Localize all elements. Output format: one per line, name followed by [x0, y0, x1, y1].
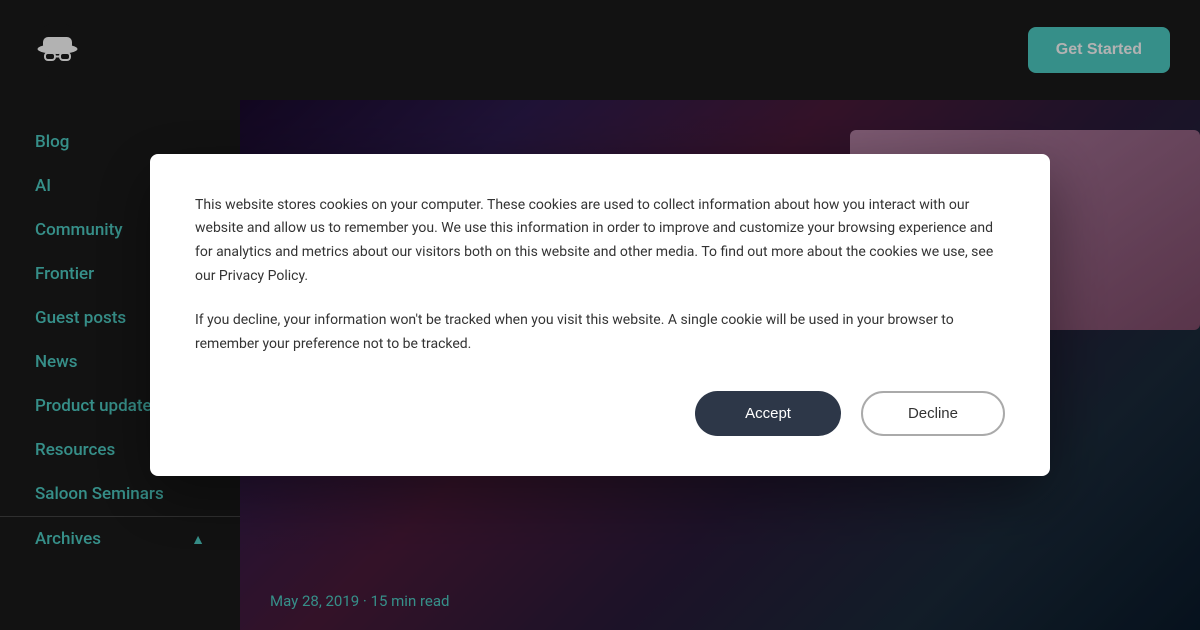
accept-button[interactable]: Accept: [695, 391, 841, 436]
decline-button[interactable]: Decline: [861, 391, 1005, 436]
cookie-buttons: Accept Decline: [195, 391, 1005, 436]
modal-overlay: This website stores cookies on your comp…: [0, 0, 1200, 630]
cookie-primary-text: This website stores cookies on your comp…: [195, 194, 1005, 289]
cookie-secondary-text: If you decline, your information won't b…: [195, 309, 1005, 357]
cookie-modal: This website stores cookies on your comp…: [150, 154, 1050, 477]
